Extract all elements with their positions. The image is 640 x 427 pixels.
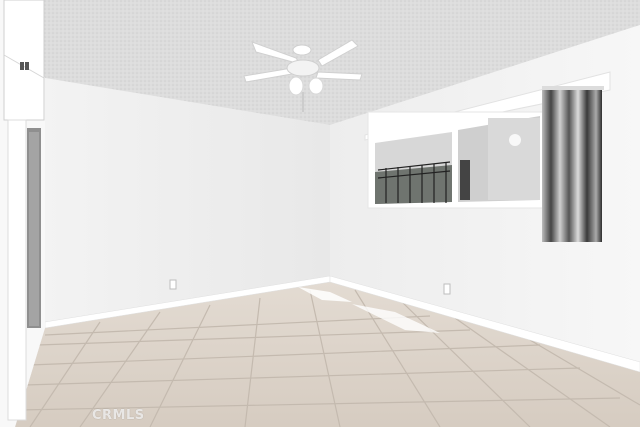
fan-light-bulb [288,76,304,96]
room-illustration [0,0,640,427]
room-photo: CRMLS [0,0,640,427]
closet-cabinet [3,0,45,121]
curtain [542,88,602,242]
cabinet-knob [20,62,24,70]
fan-light-bulb [308,77,324,95]
wall-outlet [169,279,177,290]
watermark: CRMLS [92,408,145,423]
closet-door-frame [7,119,27,421]
wall-outlet [443,283,451,295]
cabinet-knob [25,62,29,70]
